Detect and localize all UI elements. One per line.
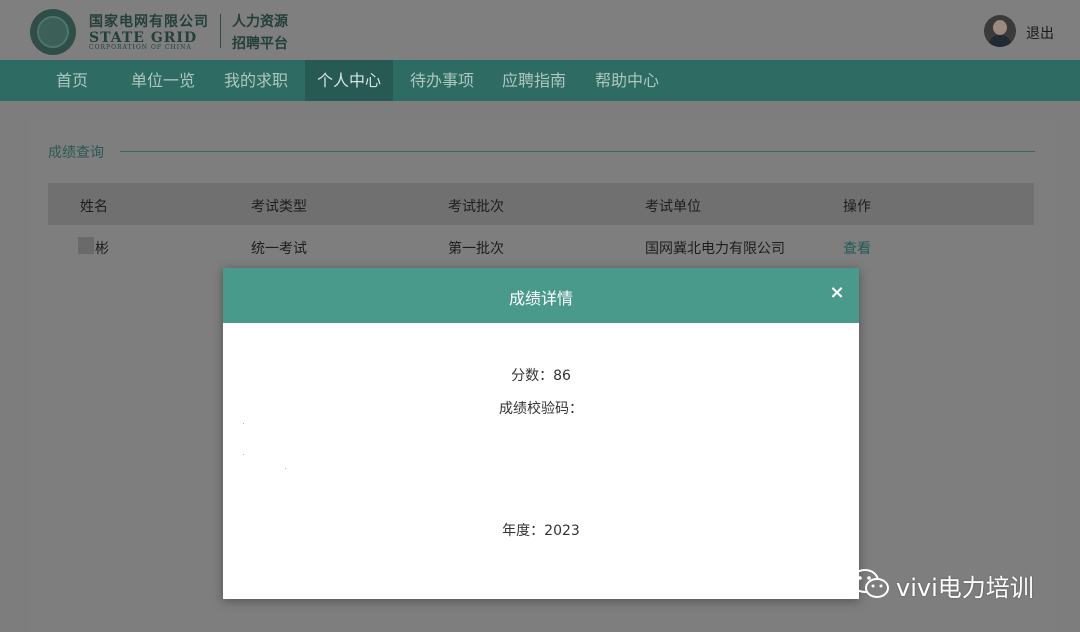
user-avatar[interactable] <box>984 15 1016 47</box>
column-header-unit: 考试单位 <box>645 199 701 215</box>
modal-title: 成绩详情 <box>508 289 573 308</box>
column-header-action: 操作 <box>843 199 871 215</box>
org-name-cn: 国家电网有限公司 <box>89 14 209 30</box>
main-navbar: 首页 单位一览 我的求职 个人中心 待办事项 应聘指南 帮助中心 <box>0 60 1080 101</box>
faint-dot <box>285 468 286 469</box>
cell-unit: 国网冀北电力有限公司 <box>645 241 785 257</box>
nav-item-units[interactable]: 单位一览 <box>119 60 207 101</box>
view-link[interactable]: 查看 <box>843 238 871 258</box>
nav-item-personal-center[interactable]: 个人中心 <box>305 60 394 101</box>
cell-exam-type: 统一考试 <box>251 241 307 257</box>
modal-header: 成绩详情 × <box>223 268 859 323</box>
section-title: 成绩查询 <box>48 145 104 161</box>
org-name-en-sub: CORPORATION OF CHINA <box>89 44 192 51</box>
score-detail-modal: 成绩详情 × 分数：86 成绩校验码： 年度：2023 <box>223 268 859 599</box>
faint-dot <box>243 454 244 455</box>
section-divider <box>120 151 1035 152</box>
cell-name: 彬 <box>95 241 109 257</box>
column-header-name: 姓名 <box>80 199 108 215</box>
platform-name-line1: 人力资源 <box>232 14 288 30</box>
cell-batch: 第一批次 <box>448 241 504 257</box>
logo-divider <box>220 14 221 48</box>
faint-dot <box>243 423 244 424</box>
nav-item-my-applications[interactable]: 我的求职 <box>212 60 300 101</box>
column-header-batch: 考试批次 <box>448 199 504 215</box>
site-header: 国家电网有限公司 STATE GRID CORPORATION OF CHINA… <box>0 0 1080 60</box>
column-header-exam-type: 考试类型 <box>251 199 307 215</box>
verify-code-text: 成绩校验码： <box>499 401 583 417</box>
nav-item-todo[interactable]: 待办事项 <box>398 60 486 101</box>
nav-item-home[interactable]: 首页 <box>44 60 100 101</box>
year-text: 年度：2023 <box>502 523 580 539</box>
wechat-icon <box>851 569 889 598</box>
watermark-text: vivi电力培训 <box>896 574 1034 602</box>
logout-link[interactable]: 退出 <box>1026 23 1054 43</box>
close-icon[interactable]: × <box>827 282 847 304</box>
nav-item-guide[interactable]: 应聘指南 <box>490 60 578 101</box>
platform-name-line2: 招聘平台 <box>232 36 288 52</box>
state-grid-logo-icon[interactable] <box>30 9 76 55</box>
name-redaction <box>78 237 94 254</box>
nav-item-help[interactable]: 帮助中心 <box>583 60 671 101</box>
score-text: 分数：86 <box>511 368 571 384</box>
table-header-row <box>48 183 1034 225</box>
